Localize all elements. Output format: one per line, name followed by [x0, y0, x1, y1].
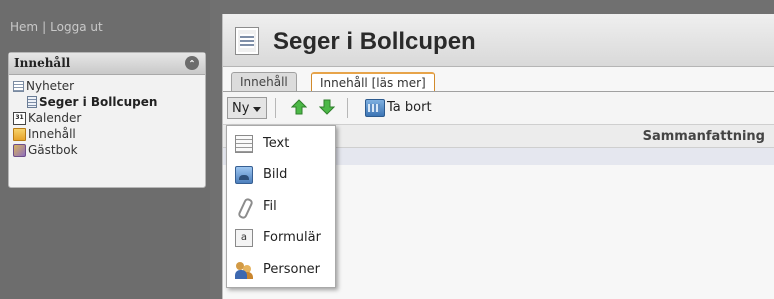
document-icon — [27, 96, 37, 108]
text-icon — [235, 134, 253, 153]
menu-item-label: Text — [263, 136, 290, 151]
new-item-dropdown-menu: Text Bild Fil a Formulär Personer — [226, 125, 336, 288]
image-icon — [235, 165, 253, 184]
tab-innehall-las-mer[interactable]: Innehåll [läs mer] — [311, 72, 435, 92]
home-link[interactable]: Hem — [10, 20, 38, 34]
move-down-arrow-icon[interactable] — [319, 99, 335, 115]
nav-item-nyheter[interactable]: Nyheter — [9, 78, 205, 94]
navigation-list: Nyheter Seger i Bollcupen 31 Kalender In… — [9, 75, 205, 158]
form-icon: a — [235, 228, 253, 247]
move-up-arrow-icon[interactable] — [291, 99, 307, 115]
nav-item-kalender[interactable]: 31 Kalender — [9, 110, 205, 126]
nav-item-gastbok[interactable]: Gästbok — [9, 142, 205, 158]
news-icon — [13, 80, 24, 92]
navigation-panel: Innehåll ⌃ Nyheter Seger i Bollcupen 31 … — [8, 52, 206, 188]
new-button-label: Ny — [232, 101, 250, 116]
menu-item-label: Fil — [263, 199, 277, 214]
menu-item-fil[interactable]: Fil — [227, 191, 335, 222]
menu-item-label: Formulär — [263, 230, 321, 245]
toolbar-separator — [347, 98, 348, 118]
delete-button[interactable]: Ta bort — [365, 98, 432, 118]
menu-item-text[interactable]: Text — [227, 128, 335, 159]
menu-item-personer[interactable]: Personer — [227, 254, 335, 285]
toolbar-separator — [275, 98, 276, 118]
menu-item-label: Bild — [263, 167, 288, 182]
navigation-header-title: Innehåll — [14, 56, 71, 70]
tab-innehall[interactable]: Innehåll — [231, 72, 297, 91]
delete-icon — [365, 99, 385, 117]
nav-item-label: Nyheter — [26, 79, 75, 93]
guestbook-icon — [13, 143, 26, 157]
nav-item-label: Innehåll — [28, 127, 76, 141]
toolbar: Ny Ta bort — [223, 92, 774, 125]
title-bar: Seger i Bollcupen — [223, 14, 774, 67]
page-title: Seger i Bollcupen — [273, 28, 476, 55]
new-button[interactable]: Ny — [227, 97, 267, 119]
menu-item-formular[interactable]: a Formulär — [227, 222, 335, 253]
menu-item-bild[interactable]: Bild — [227, 159, 335, 190]
menu-item-label: Personer — [263, 262, 321, 277]
delete-button-label: Ta bort — [387, 100, 432, 115]
document-icon — [235, 27, 259, 55]
paperclip-icon — [235, 198, 253, 216]
people-icon — [235, 261, 253, 279]
nav-item-label: Gästbok — [28, 143, 78, 157]
logout-link[interactable]: Logga ut — [50, 20, 103, 34]
navigation-header[interactable]: Innehåll ⌃ — [9, 53, 205, 75]
nav-item-innehall[interactable]: Innehåll — [9, 126, 205, 142]
sidebar: Hem | Logga ut Innehåll ⌃ Nyheter Seger i … — [0, 0, 210, 299]
top-links: Hem | Logga ut — [10, 20, 103, 34]
calendar-icon: 31 — [13, 111, 26, 125]
collapse-icon[interactable]: ⌃ — [185, 56, 199, 70]
nav-item-seger-i-bollcupen[interactable]: Seger i Bollcupen — [9, 94, 205, 110]
link-separator: | — [42, 20, 47, 34]
folder-icon — [13, 127, 26, 141]
column-header-sammanfattning[interactable]: Sammanfattning — [643, 129, 765, 144]
nav-item-label: Seger i Bollcupen — [39, 95, 158, 109]
chevron-down-icon — [253, 107, 261, 112]
nav-item-label: Kalender — [28, 111, 82, 125]
